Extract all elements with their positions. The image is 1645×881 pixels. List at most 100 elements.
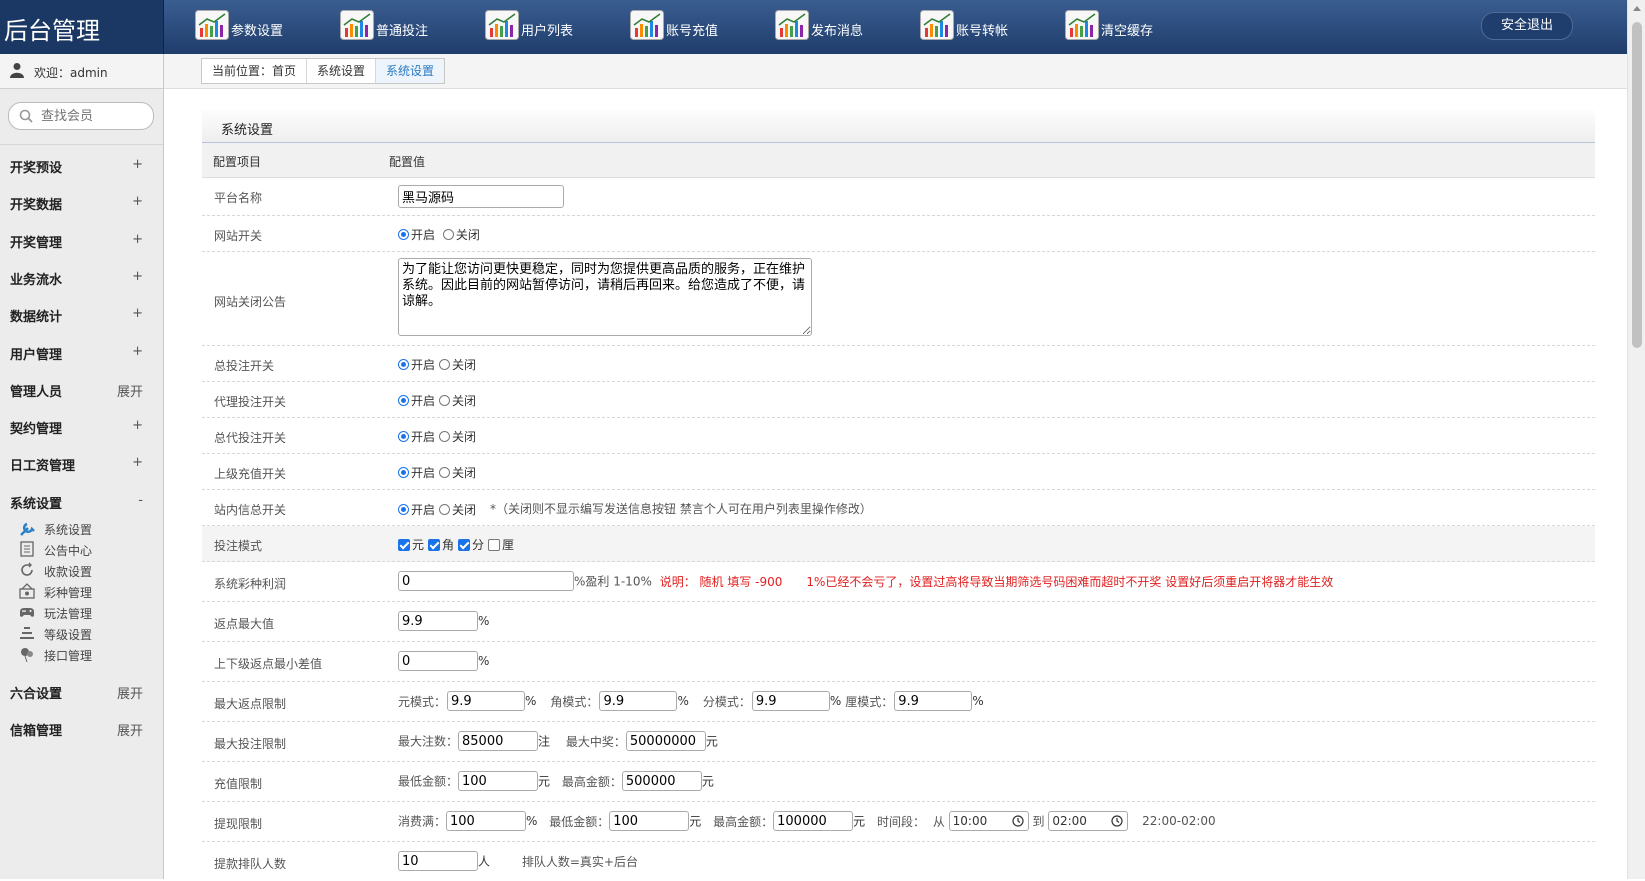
platform-name-input[interactable]	[398, 185, 564, 208]
radio-label: 开启	[411, 430, 436, 444]
submenu-item[interactable]: 系统设置	[18, 518, 158, 538]
menu-toggle[interactable]: +	[132, 306, 143, 321]
max-prize-input[interactable]	[625, 731, 706, 751]
from-label: 从	[932, 814, 945, 829]
logout-button[interactable]: 安全退出	[1481, 12, 1573, 40]
nav-label: 账号充值	[666, 24, 719, 39]
menu-toggle[interactable]: 展开	[117, 683, 143, 702]
menu-toggle[interactable]: +	[132, 157, 143, 172]
panel-title: 系统设置	[221, 123, 274, 138]
row-label: 最大投注限制	[214, 737, 287, 751]
nav-label: 账号转帐	[956, 24, 1009, 39]
checkbox-label: 厘	[502, 538, 515, 552]
submenu-item[interactable]: 等级设置	[18, 623, 158, 643]
general-agent-on-radio[interactable]	[398, 431, 409, 442]
sidebar-menu-item[interactable]: 日工资管理 +	[0, 445, 163, 481]
table-header: 配置项目 配置值	[202, 143, 1595, 178]
withdraw-max-input[interactable]	[773, 811, 854, 831]
nav-item-6[interactable]: 清空缓存	[1065, 10, 1205, 44]
withdraw-to-time[interactable]: 02:00	[1048, 811, 1129, 831]
general-agent-off-radio[interactable]	[439, 431, 451, 442]
mode-rebate-input[interactable]	[751, 691, 830, 711]
breadcrumb-current: 系统设置	[376, 59, 445, 83]
site-switch-off-radio[interactable]	[442, 229, 454, 240]
brand: 后台管理	[0, 0, 164, 54]
sidebar-menu-item[interactable]: 开奖管理 +	[0, 222, 163, 258]
bet-mode-checkbox[interactable]	[398, 538, 410, 551]
bet-mode-checkbox[interactable]	[428, 538, 441, 551]
profit-input[interactable]	[398, 571, 574, 591]
member-search[interactable]	[8, 102, 154, 130]
sidebar-menu-item[interactable]: 业务流水 +	[0, 259, 163, 295]
nav-item-5[interactable]: 账号转帐	[920, 10, 1060, 44]
menu-toggle[interactable]: +	[132, 269, 143, 284]
sidebar-menu-item[interactable]: 信箱管理 展开	[0, 710, 163, 746]
nav-label: 清空缓存	[1101, 24, 1154, 39]
sidebar-menu-item[interactable]: 系统设置 -	[0, 483, 163, 519]
site-switch-on-radio[interactable]	[398, 229, 409, 240]
mode-rebate-input[interactable]	[447, 691, 526, 711]
menu-label: 系统设置	[10, 496, 63, 512]
bet-mode-checkbox[interactable]	[458, 538, 471, 551]
refresh-icon	[21, 562, 33, 576]
sidebar-menu-item[interactable]: 开奖数据 +	[0, 184, 163, 220]
sidebar-menu-item[interactable]: 六合设置 展开	[0, 673, 163, 709]
scrollbar-thumb[interactable]	[1632, 22, 1642, 348]
close-notice-textarea[interactable]: 为了能让您访问更快更稳定，同时为您提供更高品质的服务，正在维护系统。因此目前的网…	[398, 258, 812, 336]
menu-toggle[interactable]: +	[132, 344, 143, 359]
nav-item-4[interactable]: 发布消息	[775, 10, 915, 44]
max-count-input[interactable]	[458, 731, 539, 751]
row-label: 网站开关	[214, 229, 263, 243]
menu-toggle[interactable]: -	[138, 493, 143, 508]
menu-toggle[interactable]: 展开	[117, 381, 143, 400]
mode-rebate-input[interactable]	[599, 691, 678, 711]
profit-suffix: %盈利 1-10%	[574, 574, 652, 589]
submenu-item[interactable]: 玩法管理	[18, 602, 158, 622]
profit-note: 说明： 随机 填写 -900 1%已经不会亏了，设置过高将导致当期筛选号码困难而…	[659, 574, 1334, 589]
recharge-min-input[interactable]	[458, 771, 539, 791]
submenu-item[interactable]: 彩种管理	[18, 581, 158, 601]
withdraw-from-time[interactable]: 10:00	[948, 811, 1029, 831]
sidebar-menu-item[interactable]: 契约管理 +	[0, 408, 163, 444]
rebate-diff-input[interactable]	[398, 651, 478, 671]
agent-bet-off-radio[interactable]	[439, 395, 451, 406]
sidebar-menu-item[interactable]: 管理人员 展开	[0, 371, 163, 407]
withdraw-consume-input[interactable]	[446, 811, 527, 831]
breadcrumb-section[interactable]: 系统设置	[307, 59, 377, 83]
agent-bet-on-radio[interactable]	[398, 395, 409, 406]
recharge-max-input[interactable]	[621, 771, 702, 791]
menu-toggle[interactable]: 展开	[117, 720, 143, 739]
nav-label: 参数设置	[231, 24, 284, 39]
withdraw-min-input[interactable]	[609, 811, 690, 831]
mode-rebate-input[interactable]	[894, 691, 973, 711]
bet-switch-on-radio[interactable]	[398, 359, 409, 370]
settings-panel: 系统设置 配置项目 配置值 平台名称 网站开关 开启 关闭 网站关闭公告 为了能…	[202, 110, 1595, 871]
message-on-radio[interactable]	[398, 504, 409, 515]
page-scrollbar[interactable]	[1627, 0, 1645, 879]
sidebar-menu-item[interactable]: 开奖预设 +	[0, 147, 163, 183]
submenu-item[interactable]: 接口管理	[18, 644, 158, 664]
menu-toggle[interactable]: +	[132, 194, 143, 209]
message-off-radio[interactable]	[439, 504, 451, 515]
nav-item-3[interactable]: 账号充值	[630, 10, 770, 44]
menu-toggle[interactable]: +	[132, 232, 143, 247]
sidebar-menu-item[interactable]: 用户管理 +	[0, 334, 163, 370]
menu-toggle[interactable]: +	[132, 455, 143, 470]
upper-recharge-off-radio[interactable]	[439, 467, 451, 478]
menu-toggle[interactable]: +	[132, 418, 143, 433]
bet-mode-checkbox[interactable]	[488, 538, 501, 551]
scroll-up-icon[interactable]	[1633, 6, 1641, 11]
search-input[interactable]	[39, 106, 153, 126]
submenu-item[interactable]: 公告中心	[18, 539, 158, 559]
rebate-max-input[interactable]	[398, 611, 478, 631]
queue-input[interactable]	[398, 851, 478, 871]
bet-switch-off-radio[interactable]	[439, 359, 451, 370]
nav-item-2[interactable]: 用户列表	[485, 10, 625, 44]
sidebar-menu-item[interactable]: 数据统计 +	[0, 296, 163, 332]
col-value-header: 配置值	[389, 155, 426, 169]
submenu-item[interactable]: 收款设置	[18, 560, 158, 580]
nav-item-1[interactable]: 普通投注	[340, 10, 480, 44]
upper-recharge-on-radio[interactable]	[398, 467, 409, 478]
breadcrumb-home[interactable]: 当前位置：首页	[202, 59, 308, 83]
nav-item-0[interactable]: 参数设置	[195, 10, 335, 44]
